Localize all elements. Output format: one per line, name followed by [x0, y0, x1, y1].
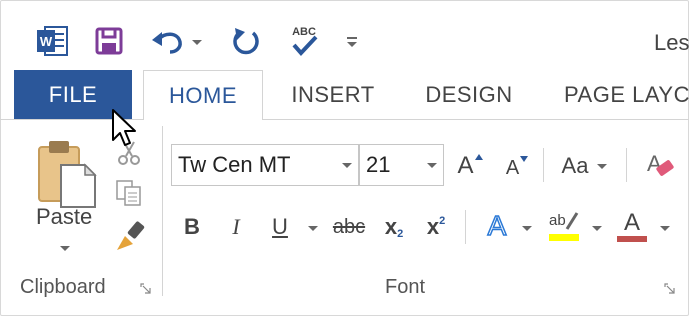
highlight-icon[interactable]: ab — [544, 206, 584, 246]
grow-font-button[interactable]: A — [455, 148, 485, 184]
change-case-label: Aa — [561, 153, 589, 178]
underline-dropdown-icon[interactable] — [308, 226, 318, 231]
subscript-label: x — [384, 214, 398, 239]
change-case-dropdown-icon[interactable] — [597, 164, 607, 169]
document-title: Les — [654, 30, 689, 55]
font-group-label: Font — [385, 276, 426, 298]
subscript-mark: 2 — [397, 228, 404, 240]
svg-text:W: W — [40, 34, 53, 49]
mouse-cursor-icon — [111, 108, 139, 153]
text-effects-button[interactable]: A — [480, 208, 514, 244]
strikethrough-button[interactable]: abc — [330, 210, 368, 244]
text-effects-label: A — [487, 209, 507, 242]
font-name-value: Tw Cen MT — [178, 152, 291, 177]
font-color-swatch — [617, 236, 647, 242]
redo-icon[interactable] — [226, 22, 266, 60]
shrink-arrow-icon — [520, 156, 529, 162]
bold-button[interactable]: B — [178, 210, 206, 244]
paste-dropdown-icon[interactable] — [60, 246, 70, 251]
grow-arrow-icon — [474, 154, 483, 160]
word-icon: W — [32, 22, 72, 60]
font-color-dropdown-icon[interactable] — [660, 226, 670, 231]
quick-access-toolbar: W ABC Les — [0, 0, 689, 70]
font-launcher-icon[interactable] — [664, 282, 676, 294]
tab-design[interactable]: DESIGN — [424, 70, 514, 120]
svg-text:ab: ab — [549, 212, 566, 229]
group-separator — [465, 210, 466, 244]
svg-text:ABC: ABC — [292, 26, 316, 38]
clipboard-group-label: Clipboard — [20, 276, 106, 298]
font-color-button[interactable]: A — [614, 206, 650, 246]
subscript-button[interactable]: x2 — [378, 210, 410, 244]
chevron-down-icon[interactable] — [336, 162, 358, 168]
text-effects-dropdown-icon[interactable] — [522, 226, 532, 231]
chevron-down-icon[interactable] — [421, 162, 443, 168]
group-separator — [626, 148, 627, 182]
tab-page-layout[interactable]: PAGE LAYC — [564, 70, 689, 120]
group-separator — [543, 148, 544, 182]
shrink-font-label: A — [505, 156, 520, 179]
customize-icon[interactable] — [340, 22, 364, 60]
format-painter-icon[interactable] — [112, 220, 148, 254]
font-size-combo[interactable]: 21 — [359, 144, 444, 186]
font-size-value: 21 — [366, 152, 391, 177]
spelling-icon[interactable]: ABC — [284, 22, 324, 60]
italic-button[interactable]: I — [222, 210, 250, 244]
clear-formatting-icon[interactable]: A — [640, 148, 680, 184]
font-color-label: A — [623, 209, 640, 236]
underline-button[interactable]: U — [266, 210, 294, 244]
grow-font-label: A — [457, 152, 474, 179]
shrink-font-button[interactable]: A — [502, 150, 532, 186]
tab-home[interactable]: HOME — [143, 70, 263, 120]
ribbon-tabs: FILE HOME INSERT DESIGN PAGE LAYC — [0, 70, 689, 120]
undo-icon[interactable] — [148, 22, 204, 60]
save-icon[interactable] — [90, 22, 128, 60]
clipboard-launcher-icon[interactable] — [140, 282, 152, 294]
tab-insert[interactable]: INSERT — [290, 70, 376, 120]
superscript-mark: 2 — [439, 215, 446, 227]
font-name-combo[interactable]: Tw Cen MT — [171, 144, 359, 186]
copy-icon[interactable] — [114, 178, 144, 208]
paste-label[interactable]: Paste — [36, 204, 92, 230]
superscript-label: x — [426, 214, 440, 239]
change-case-button[interactable]: Aa — [555, 148, 595, 184]
group-separator — [162, 126, 163, 296]
highlight-dropdown-icon[interactable] — [592, 226, 602, 231]
ribbon-home: Paste Clipboard Tw Cen MT 21 A A Aa A B … — [0, 120, 689, 316]
superscript-button[interactable]: x2 — [420, 210, 452, 244]
